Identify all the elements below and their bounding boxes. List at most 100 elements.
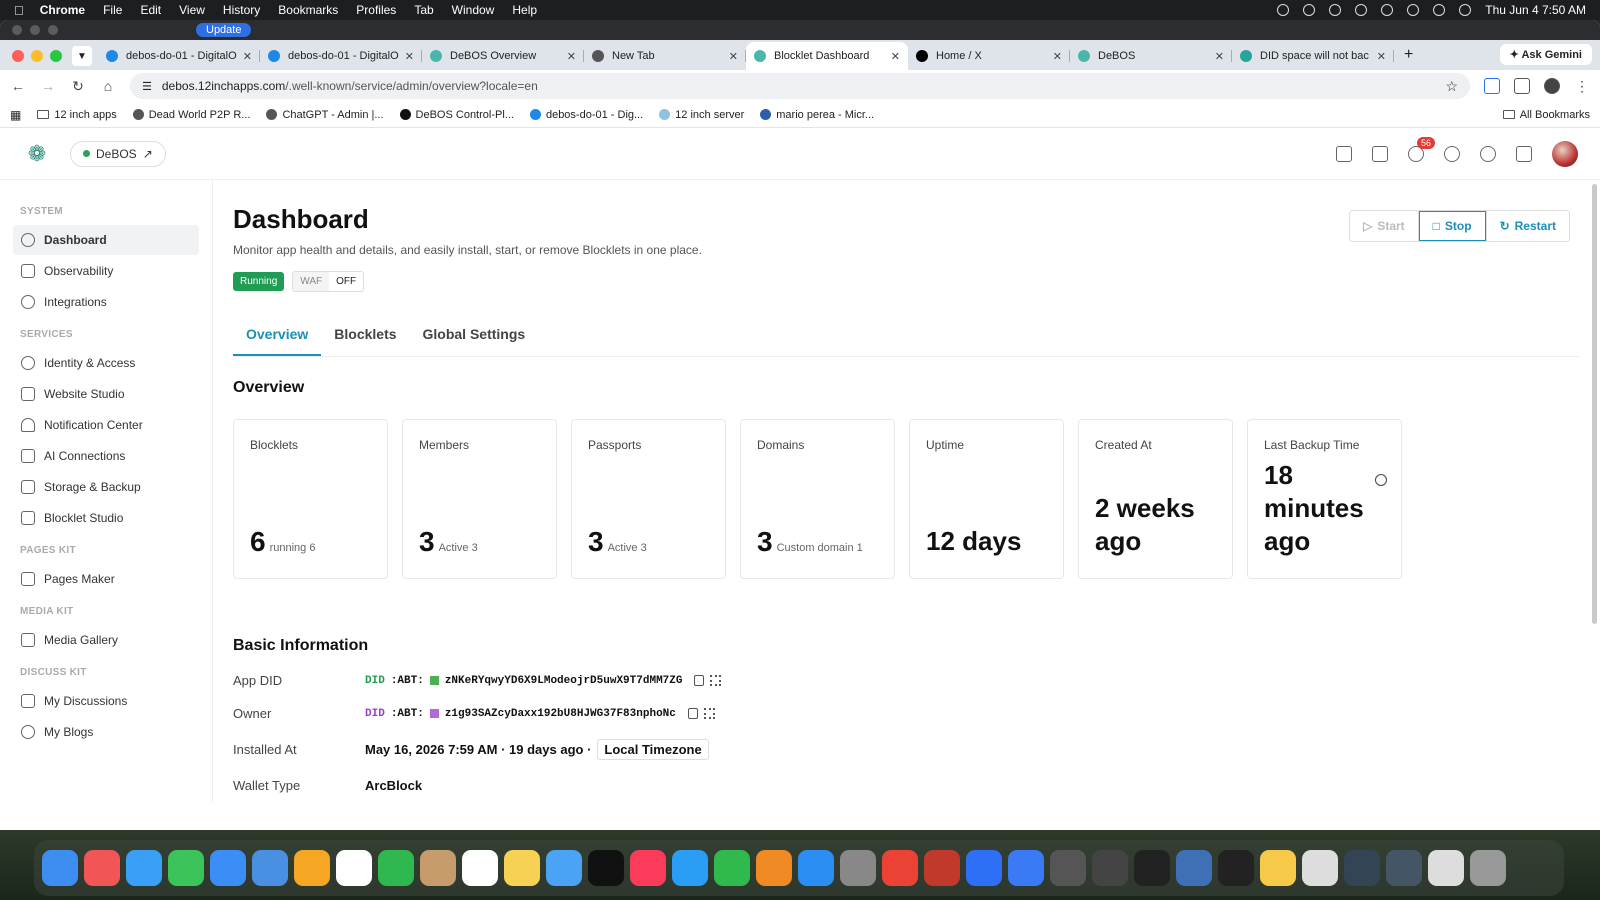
bookmark-item[interactable]: 12 inch apps: [37, 109, 117, 121]
bookmark-item[interactable]: DeBOS Control-Pl...: [399, 109, 514, 121]
address-bar[interactable]: ☰ debos.12inchapps.com /.well-known/serv…: [130, 73, 1470, 99]
home-icon[interactable]: ⌂: [100, 78, 116, 94]
dock-app-icon[interactable]: [840, 850, 876, 886]
zoom-window-icon[interactable]: [50, 50, 62, 62]
menu-history[interactable]: History: [223, 3, 260, 17]
menu-edit[interactable]: Edit: [140, 3, 161, 17]
sidebar-item-ai-connections[interactable]: AI Connections: [13, 441, 199, 471]
app-did-value[interactable]: DID:ABT: zNKeRYqwyYD6X9LModeojrD5uwX9T7dM…: [365, 675, 722, 687]
tab-overview[interactable]: Overview: [233, 318, 322, 356]
sidebar-item-website-studio[interactable]: Website Studio: [13, 379, 199, 409]
dock-app-icon[interactable]: [1428, 850, 1464, 886]
magic-wand-icon[interactable]: [1372, 145, 1388, 162]
bookmark-item[interactable]: ChatGPT - Admin |...: [266, 109, 384, 121]
stat-card-passports[interactable]: Passports 3 Active 3: [571, 419, 726, 579]
dock-app-icon[interactable]: [378, 850, 414, 886]
moon-icon[interactable]: [1480, 145, 1496, 162]
close-tab-icon[interactable]: ✕: [729, 50, 738, 63]
site-info-icon[interactable]: ☰: [142, 80, 152, 93]
app-grid-icon[interactable]: [1516, 145, 1532, 162]
dock-app-icon[interactable]: [966, 850, 1002, 886]
bookmark-item[interactable]: Dead World P2P R...: [132, 109, 250, 121]
cast-icon[interactable]: [1484, 78, 1500, 94]
browser-tab[interactable]: Home / X ✕: [908, 42, 1070, 70]
stat-card-blocklets[interactable]: Blocklets 6 running 6: [233, 419, 388, 579]
apple-icon[interactable]: : [14, 3, 24, 18]
close-tab-icon[interactable]: ✕: [1377, 50, 1386, 63]
close-tab-icon[interactable]: ✕: [567, 50, 576, 63]
bookmark-item[interactable]: mario perea - Micr...: [760, 109, 874, 121]
browser-tab[interactable]: DID space will not bac ✕: [1232, 42, 1394, 70]
sidebar-item-pages-maker[interactable]: Pages Maker: [13, 564, 199, 594]
dock-app-icon[interactable]: [672, 850, 708, 886]
sidebar-item-dashboard[interactable]: Dashboard: [13, 225, 199, 255]
dock-app-icon[interactable]: [504, 850, 540, 886]
owner-did-value[interactable]: DID:ABT: z1g93SAZcyDaxx192bU8HJWG37F83nph…: [365, 708, 715, 720]
main-scrollbar[interactable]: [1592, 184, 1597, 624]
apps-grid-icon[interactable]: ▦: [10, 108, 21, 122]
dock-app-icon[interactable]: [1302, 850, 1338, 886]
copy-icon[interactable]: [687, 708, 698, 719]
waf-toggle[interactable]: WAF OFF: [292, 271, 365, 292]
bookmark-item[interactable]: 12 inch server: [659, 109, 744, 121]
menu-view[interactable]: View: [179, 3, 205, 17]
globe-icon[interactable]: [1444, 145, 1460, 162]
close-tab-icon[interactable]: ✕: [405, 50, 414, 63]
profile-icon[interactable]: [1544, 78, 1560, 94]
start-button[interactable]: ▷ Start: [1350, 211, 1419, 241]
menu-window[interactable]: Window: [452, 3, 495, 17]
dock-app-icon[interactable]: [294, 850, 330, 886]
bookmark-star-icon[interactable]: ☆: [1445, 78, 1458, 95]
siri-icon[interactable]: [1459, 4, 1472, 16]
close-window-icon[interactable]: [12, 50, 24, 62]
back-arrow-icon[interactable]: ←: [10, 78, 26, 94]
stop-button[interactable]: □ Stop: [1418, 211, 1486, 241]
minimize-window-icon[interactable]: [31, 50, 43, 62]
browser-tab[interactable]: DeBOS Overview ✕: [422, 42, 584, 70]
debos-logo-icon[interactable]: ❁: [22, 139, 52, 169]
search-icon[interactable]: [1407, 4, 1420, 16]
sidebar-item-my-discussions[interactable]: My Discussions: [13, 686, 199, 716]
dock-app-icon[interactable]: [1176, 850, 1212, 886]
sidebar-item-media-gallery[interactable]: Media Gallery: [13, 625, 199, 655]
menu-file[interactable]: File: [103, 3, 122, 17]
sparkle-icon[interactable]: [1303, 4, 1316, 16]
menu-help[interactable]: Help: [512, 3, 537, 17]
copy-icon[interactable]: [694, 675, 705, 686]
dock-app-icon[interactable]: [126, 850, 162, 886]
menu-bookmarks[interactable]: Bookmarks: [278, 3, 338, 17]
menubar-clock[interactable]: Thu Jun 4 7:50 AM: [1485, 3, 1586, 17]
menu-tab[interactable]: Tab: [414, 3, 433, 17]
dock-app-icon[interactable]: [882, 850, 918, 886]
new-tab-plus-icon[interactable]: +: [1404, 46, 1413, 64]
dock-app-icon[interactable]: [336, 850, 372, 886]
dock-app-icon[interactable]: [798, 850, 834, 886]
all-bookmarks[interactable]: All Bookmarks: [1502, 109, 1590, 121]
browser-tab[interactable]: Blocklet Dashboard ✕: [746, 42, 908, 70]
menu-app-name[interactable]: Chrome: [40, 3, 85, 17]
dock-app-icon[interactable]: [84, 850, 120, 886]
browser-tab[interactable]: debos-do-01 - DigitalO ✕: [260, 42, 422, 70]
menu-profiles[interactable]: Profiles: [356, 3, 396, 17]
dock-app-icon[interactable]: [1218, 850, 1254, 886]
bookmark-item[interactable]: debos-do-01 - Dig...: [529, 109, 643, 121]
ask-gemini-button[interactable]: ✦ Ask Gemini: [1499, 44, 1592, 65]
close-tab-icon[interactable]: ✕: [1215, 50, 1224, 63]
stat-card-members[interactable]: Members 3 Active 3: [402, 419, 557, 579]
dock-app-icon[interactable]: [42, 850, 78, 886]
sidebar-item-identity-access[interactable]: Identity & Access: [13, 348, 199, 378]
dock-app-icon[interactable]: [546, 850, 582, 886]
dock-app-icon[interactable]: [168, 850, 204, 886]
control-center-icon[interactable]: [1433, 4, 1446, 16]
sidebar-item-my-blogs[interactable]: My Blogs: [13, 717, 199, 747]
sidebar-item-notification-center[interactable]: Notification Center: [13, 410, 199, 440]
info-icon[interactable]: [1375, 474, 1387, 486]
update-button[interactable]: Update: [196, 23, 252, 37]
fullscreen-icon[interactable]: [1336, 145, 1352, 162]
dock-app-icon[interactable]: [210, 850, 246, 886]
dock-app-icon[interactable]: [1134, 850, 1170, 886]
avatar[interactable]: [1552, 140, 1578, 167]
dock-app-icon[interactable]: [756, 850, 792, 886]
wifi-off-icon[interactable]: [1381, 4, 1394, 16]
stat-card-domains[interactable]: Domains 3 Custom domain 1: [740, 419, 895, 579]
